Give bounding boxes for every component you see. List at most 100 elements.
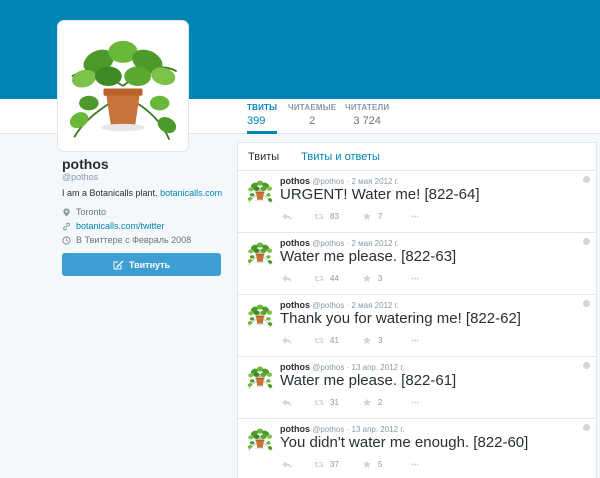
reply-icon <box>282 460 292 469</box>
tweet-author-name[interactable]: pothos <box>280 176 310 186</box>
tweet-author-handle: @pothos <box>312 301 345 310</box>
tweet-menu-caret[interactable] <box>583 424 590 431</box>
stat-following[interactable]: ЧИТАЕМЫЕ 2 <box>288 103 336 134</box>
reply-button[interactable] <box>282 212 292 221</box>
tweet[interactable]: pothos @pothos · 13 апр. 2012 г. You did… <box>238 419 596 478</box>
tweet-actions: 83 7 <box>282 212 582 224</box>
profile-location-text: Toronto <box>76 207 107 217</box>
tweet-header: pothos @pothos · 2 мая 2012 г. <box>280 176 399 186</box>
tweet-actions: 41 3 <box>282 336 582 348</box>
map-pin-icon <box>63 207 70 217</box>
favorite-button[interactable]: 7 <box>362 212 382 221</box>
compose-icon <box>113 260 124 269</box>
retweet-button[interactable]: 37 <box>314 460 339 469</box>
star-icon <box>362 274 372 283</box>
plant-avatar-image <box>246 363 274 391</box>
tweet-author-handle: @pothos <box>312 425 345 434</box>
retweet-icon <box>314 274 324 283</box>
tweet-date[interactable]: 2 мая 2012 г. <box>352 177 399 186</box>
tweet[interactable]: pothos @pothos · 2 мая 2012 г. URGENT! W… <box>238 171 596 233</box>
tweet-author-name[interactable]: pothos <box>280 362 310 372</box>
favorite-button[interactable]: 3 <box>362 336 382 345</box>
tab-tweets[interactable]: Твиты <box>248 151 279 163</box>
retweet-button[interactable]: 83 <box>314 212 339 221</box>
tweet-avatar[interactable] <box>246 363 274 391</box>
more-button[interactable] <box>410 398 420 407</box>
plant-avatar-image <box>246 239 274 267</box>
retweet-button[interactable]: 44 <box>314 274 339 283</box>
star-icon <box>362 336 372 345</box>
retweet-button[interactable]: 41 <box>314 336 339 345</box>
tweet-header: pothos @pothos · 13 апр. 2012 г. <box>280 424 404 434</box>
tweet[interactable]: pothos @pothos · 2 мая 2012 г. Thank you… <box>238 295 596 357</box>
plant-avatar-image <box>246 177 274 205</box>
favorite-button[interactable]: 3 <box>362 274 382 283</box>
tweet-text: Water me please. [822-61] <box>280 372 457 389</box>
stat-followers[interactable]: ЧИТАТЕЛИ 3 724 <box>345 103 389 134</box>
tweet[interactable]: pothos @pothos · 13 апр. 2012 г. Water m… <box>238 357 596 419</box>
retweet-icon <box>314 336 324 345</box>
profile-bio-link[interactable]: botanicalls.com <box>160 188 222 198</box>
star-icon <box>362 398 372 407</box>
more-button[interactable] <box>410 460 420 469</box>
tweet-date[interactable]: 2 мая 2012 г. <box>352 301 399 310</box>
tweet-button[interactable]: Твитнуть <box>62 253 221 276</box>
timeline: Твиты Твиты и ответы pothos @pothos · 2 … <box>237 142 597 478</box>
more-button[interactable] <box>410 336 420 345</box>
tweet-menu-caret[interactable] <box>583 300 590 307</box>
tab-tweets-and-replies[interactable]: Твиты и ответы <box>301 151 380 163</box>
tweet-list: pothos @pothos · 2 мая 2012 г. URGENT! W… <box>238 171 596 478</box>
tweet-actions: 31 2 <box>282 398 582 410</box>
stat-tweets[interactable]: ТВИТЫ 399 <box>247 103 278 134</box>
profile-bio: I am a Botanicalls plant. botanicalls.co… <box>62 188 222 198</box>
profile-bio-text: I am a Botanicalls plant. <box>62 188 158 198</box>
tweet-avatar[interactable] <box>246 301 274 329</box>
retweet-count: 41 <box>330 336 339 345</box>
tweet-avatar[interactable] <box>246 425 274 453</box>
plant-avatar-image <box>246 425 274 453</box>
reply-button[interactable] <box>282 274 292 283</box>
profile-avatar[interactable] <box>58 21 188 151</box>
tweet-date[interactable]: 13 апр. 2012 г. <box>352 363 405 372</box>
reply-icon <box>282 336 292 345</box>
tweet-date[interactable]: 13 апр. 2012 г. <box>352 425 405 434</box>
tweet-header: pothos @pothos · 2 мая 2012 г. <box>280 238 399 248</box>
stat-following-value: 2 <box>309 115 316 127</box>
tweet-date[interactable]: 2 мая 2012 г. <box>352 239 399 248</box>
reply-button[interactable] <box>282 336 292 345</box>
tweet-actions: 44 3 <box>282 274 582 286</box>
retweet-button[interactable]: 31 <box>314 398 339 407</box>
profile-website-link[interactable]: botanicalls.com/twitter <box>76 221 165 231</box>
tweet-avatar[interactable] <box>246 239 274 267</box>
more-button[interactable] <box>410 212 420 221</box>
tweet-author-handle: @pothos <box>312 239 345 248</box>
favorite-count: 3 <box>378 336 383 345</box>
tweet-author-name[interactable]: pothos <box>280 238 310 248</box>
profile-handle[interactable]: @pothos <box>62 172 98 182</box>
favorite-button[interactable]: 5 <box>362 460 382 469</box>
more-button[interactable] <box>410 274 420 283</box>
favorite-count: 2 <box>378 398 383 407</box>
more-icon <box>410 336 420 345</box>
calendar-icon <box>62 235 71 245</box>
favorite-button[interactable]: 2 <box>362 398 382 407</box>
tweet-menu-caret[interactable] <box>583 362 590 369</box>
profile-joined: В Твиттере с Февраль 2008 <box>62 235 191 245</box>
tweet[interactable]: pothos @pothos · 2 мая 2012 г. Water me … <box>238 233 596 295</box>
retweet-icon <box>314 460 324 469</box>
profile-name[interactable]: pothos <box>62 156 109 172</box>
more-icon <box>410 460 420 469</box>
stat-following-label: ЧИТАЕМЫЕ <box>288 103 337 112</box>
tweet-avatar[interactable] <box>246 177 274 205</box>
more-icon <box>410 212 420 221</box>
stat-followers-label: ЧИТАТЕЛИ <box>345 103 390 112</box>
tweet-author-name[interactable]: pothos <box>280 300 310 310</box>
profile-location: Toronto <box>62 207 106 217</box>
tweet-menu-caret[interactable] <box>583 238 590 245</box>
reply-icon <box>282 212 292 221</box>
tweet-menu-caret[interactable] <box>583 176 590 183</box>
tweet-header: pothos @pothos · 2 мая 2012 г. <box>280 300 399 310</box>
tweet-author-name[interactable]: pothos <box>280 424 310 434</box>
reply-button[interactable] <box>282 460 292 469</box>
reply-button[interactable] <box>282 398 292 407</box>
